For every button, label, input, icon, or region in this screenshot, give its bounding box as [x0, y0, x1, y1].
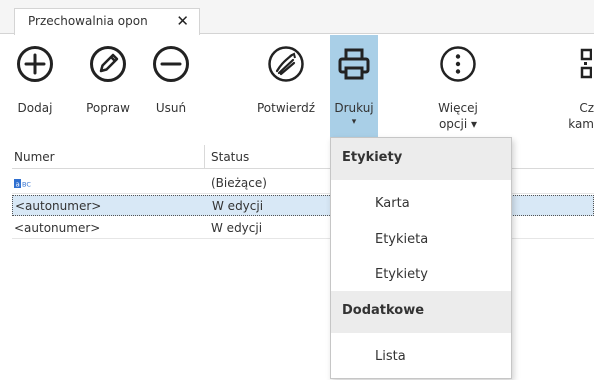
printer-icon	[338, 48, 370, 80]
stamp-confirm-icon	[268, 46, 304, 82]
pencil-circle-icon	[90, 46, 126, 82]
tab-przechowalnia-opon[interactable]: Przechowalnia opon ✕	[14, 8, 200, 35]
svg-text:a: a	[16, 181, 20, 189]
column-separator[interactable]	[204, 145, 205, 169]
column-header-numer[interactable]: Numer	[14, 150, 55, 164]
confirm-label: Potwierdź	[256, 101, 316, 115]
more-label-line2: opcji ▾	[438, 117, 478, 131]
more-label-line1: Więcej	[438, 101, 478, 115]
print-label: Drukuj	[334, 101, 374, 115]
menu-section-etykiety: Etykiety	[331, 138, 511, 180]
qr-code-icon	[580, 48, 592, 79]
menu-item-lista[interactable]: Lista	[331, 341, 511, 373]
edit-button[interactable]: Popraw	[78, 35, 138, 140]
plus-circle-icon	[17, 46, 53, 82]
filter-status-cell[interactable]: (Bieżące)	[211, 176, 267, 190]
menu-item-karta[interactable]: Karta	[331, 188, 511, 220]
menu-item-etykiety[interactable]: Etykiety	[331, 259, 511, 291]
edit-label: Popraw	[86, 101, 130, 115]
column-header-status[interactable]: Status	[211, 150, 249, 164]
more-vertical-icon	[440, 46, 476, 82]
number-cell: <autonumer>	[15, 199, 102, 213]
print-button[interactable]: Drukuj ▾	[330, 35, 378, 140]
tab-title: Przechowalnia opon	[28, 14, 148, 28]
print-dropdown-menu: Etykiety Karta Etykieta Etykiety Dodatko…	[330, 137, 512, 379]
print-dropdown-arrow: ▾	[351, 117, 357, 127]
more-options-button[interactable]: Więcej opcji ▾	[428, 35, 488, 140]
abc-filter-icon: a BC	[14, 179, 31, 189]
add-button[interactable]: Dodaj	[10, 35, 60, 140]
menu-item-etykieta[interactable]: Etykieta	[331, 224, 511, 256]
camera-button[interactable]: Cz kam	[566, 35, 594, 140]
close-icon[interactable]: ✕	[176, 12, 189, 30]
menu-section-dodatkowe: Dodatkowe	[331, 291, 511, 333]
cut-label-line2: kam	[568, 117, 594, 131]
status-cell: W edycji	[211, 221, 263, 235]
add-label: Dodaj	[17, 101, 53, 115]
minus-circle-icon	[153, 46, 189, 82]
ribbon-toolbar: Dodaj Popraw Usuń Potwierdź Drukuj ▾ Wię…	[0, 35, 594, 140]
status-cell: W edycji	[212, 199, 264, 213]
confirm-button[interactable]: Potwierdź	[248, 35, 324, 140]
delete-label: Usuń	[155, 101, 187, 115]
cut-label-line1: Cz	[579, 101, 594, 115]
svg-text:BC: BC	[22, 181, 31, 189]
number-cell: <autonumer>	[14, 221, 101, 235]
delete-button[interactable]: Usuń	[146, 35, 196, 140]
document-tabbar: Przechowalnia opon ✕	[0, 0, 594, 35]
